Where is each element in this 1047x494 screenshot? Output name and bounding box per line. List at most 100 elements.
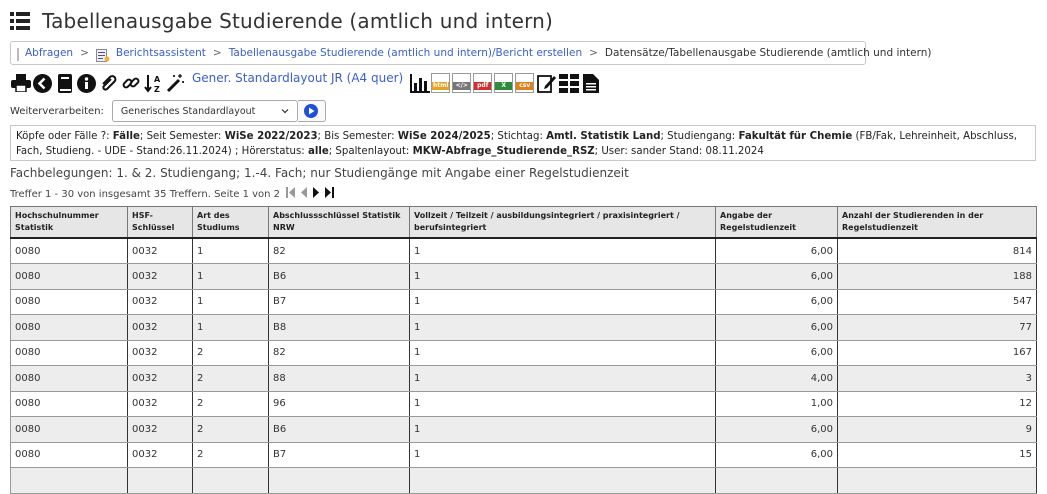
query-parameters: Köpfe oder Fälle ?: Fälle; Seit Semester… bbox=[10, 125, 1036, 161]
table-cell: 0032 bbox=[127, 416, 193, 443]
chart-icon[interactable] bbox=[409, 73, 430, 94]
folder-icon bbox=[17, 47, 19, 61]
weiterverarbeiten-selected: Generisches Standardlayout bbox=[120, 105, 256, 117]
param-value: WiSe 2022/2023 bbox=[224, 131, 318, 142]
xml-icon[interactable]: </> bbox=[452, 73, 472, 93]
table-cell: 0080 bbox=[10, 339, 128, 366]
attachment-icon[interactable] bbox=[98, 73, 119, 94]
table-cell: 6,00 bbox=[715, 237, 838, 264]
column-header[interactable]: Art des Studiums bbox=[192, 206, 269, 239]
column-header[interactable]: Hochschulnummer Statistik bbox=[10, 206, 128, 239]
hits-text: Treffer 1 - 30 von insgesamt 35 Treffern… bbox=[10, 188, 281, 200]
table-cell: 0080 bbox=[10, 237, 128, 264]
prev-page-icon[interactable] bbox=[300, 187, 308, 201]
column-header[interactable]: Anzahl der Studierenden in der Regelstud… bbox=[837, 206, 1037, 239]
table-cell: 1 bbox=[192, 314, 269, 341]
xml-icon-label: </> bbox=[453, 82, 471, 90]
pdf-icon[interactable]: pdf bbox=[473, 73, 493, 93]
breadcrumb-link-abfragen[interactable]: Abfragen bbox=[25, 47, 73, 59]
breadcrumb-link-bericht-erstellen[interactable]: Tabellenausgabe Studierende (amtlich und… bbox=[229, 47, 582, 59]
pdf-icon-label: pdf bbox=[474, 82, 492, 90]
table-cell: 3 bbox=[837, 365, 1037, 392]
table-cell: 0032 bbox=[127, 390, 193, 417]
page-title: Tabellenausgabe Studierende (amtlich und… bbox=[42, 9, 554, 33]
table-cell: 0032 bbox=[127, 441, 193, 468]
table-cell: B6 bbox=[268, 263, 410, 290]
csv-icon-label: csv bbox=[516, 82, 534, 90]
table-cell: 0032 bbox=[127, 365, 193, 392]
first-page-icon[interactable] bbox=[286, 187, 296, 201]
table-cell: 814 bbox=[837, 237, 1037, 264]
table-cell: B6 bbox=[268, 416, 410, 443]
svg-text:Z: Z bbox=[154, 85, 160, 93]
table-cell: 82 bbox=[268, 237, 410, 264]
link-icon[interactable] bbox=[120, 73, 141, 94]
param-value: MKW-Abfrage_Studierende_RSZ bbox=[412, 146, 595, 157]
report-wizard-icon bbox=[95, 48, 110, 62]
column-header[interactable]: Abschlussschlüssel Statistik NRW bbox=[268, 206, 410, 239]
table-header-row: Hochschulnummer Statistik HSF-Schlüssel … bbox=[10, 206, 1037, 239]
csv-icon[interactable]: csv bbox=[515, 73, 535, 93]
table-cell: 82 bbox=[268, 339, 410, 366]
column-header[interactable]: Vollzeit / Teilzeit / ausbildungsintegri… bbox=[409, 206, 716, 239]
sort-icon[interactable]: AZ bbox=[142, 73, 163, 94]
table-cell: 0080 bbox=[10, 441, 128, 468]
column-header[interactable]: HSF-Schlüssel bbox=[127, 206, 193, 239]
table-cell: 0032 bbox=[127, 314, 193, 341]
list-menu-icon[interactable] bbox=[10, 11, 30, 31]
magic-wand-icon[interactable] bbox=[164, 73, 185, 94]
chevron-down-icon bbox=[281, 109, 289, 114]
breadcrumb-link-berichtsassistent[interactable]: Berichtsassistent bbox=[116, 47, 206, 59]
table-cell: 6,00 bbox=[715, 263, 838, 290]
table-cell: 2 bbox=[192, 339, 269, 366]
column-header[interactable]: Angabe der Regelstudienzeit bbox=[715, 206, 838, 239]
table-cell bbox=[409, 467, 716, 494]
table-cell bbox=[10, 467, 128, 494]
toolbar: AZ Gener. Standardlayout JR (A4 quer) ht… bbox=[10, 71, 602, 94]
param-value: WiSe 2024/2025 bbox=[397, 131, 491, 142]
param-label: ; Studiengang: bbox=[660, 131, 736, 142]
next-page-icon[interactable] bbox=[312, 187, 320, 201]
table-cell: 0080 bbox=[10, 314, 128, 341]
table-cell: 1 bbox=[192, 237, 269, 264]
table-cell: 6,00 bbox=[715, 441, 838, 468]
param-label: ; User: sander Stand: 08.11.2024 bbox=[594, 146, 764, 157]
excel-icon[interactable]: X bbox=[494, 73, 514, 93]
table-cell bbox=[268, 467, 410, 494]
table-cell bbox=[715, 467, 838, 494]
table-cell: 9 bbox=[837, 416, 1037, 443]
table-cell: B7 bbox=[268, 441, 410, 468]
document-icon[interactable] bbox=[580, 73, 601, 94]
table-cell: 77 bbox=[837, 314, 1037, 341]
edit-icon[interactable] bbox=[536, 73, 557, 94]
html-icon-label: html bbox=[432, 82, 450, 90]
html-icon[interactable]: html bbox=[431, 73, 451, 93]
print-icon[interactable] bbox=[10, 73, 31, 94]
table-cell: 6,00 bbox=[715, 314, 838, 341]
table-cell: 6,00 bbox=[715, 339, 838, 366]
table-icon[interactable] bbox=[558, 73, 579, 94]
table-cell: 88 bbox=[268, 365, 410, 392]
table-row: 0080 0032 2 96 1 1,00 12 bbox=[10, 390, 1037, 417]
table-cell: 1 bbox=[409, 263, 716, 290]
book-icon[interactable] bbox=[54, 73, 75, 94]
table-cell: 188 bbox=[837, 263, 1037, 290]
table-row: 0080 0032 1 B6 1 6,00 188 bbox=[10, 263, 1037, 290]
table-row: 0080 0032 2 B6 1 6,00 9 bbox=[10, 416, 1037, 443]
back-icon[interactable] bbox=[32, 73, 53, 94]
last-page-icon[interactable] bbox=[324, 187, 335, 201]
weiterverarbeiten-select[interactable]: Generisches Standardlayout bbox=[111, 100, 298, 122]
table-cell: 0080 bbox=[10, 416, 128, 443]
table-cell: B8 bbox=[268, 314, 410, 341]
table-cell: 1 bbox=[409, 314, 716, 341]
table-cell: 96 bbox=[268, 390, 410, 417]
table-cell: 0032 bbox=[127, 339, 193, 366]
layout-link[interactable]: Gener. Standardlayout JR (A4 quer) bbox=[192, 71, 403, 85]
table-cell: 6,00 bbox=[715, 416, 838, 443]
breadcrumb-separator: > bbox=[80, 47, 89, 59]
info-icon[interactable] bbox=[76, 73, 97, 94]
table-cell: 2 bbox=[192, 365, 269, 392]
table-cell: 2 bbox=[192, 390, 269, 417]
go-button[interactable] bbox=[297, 100, 326, 122]
table-cell: 1 bbox=[409, 390, 716, 417]
